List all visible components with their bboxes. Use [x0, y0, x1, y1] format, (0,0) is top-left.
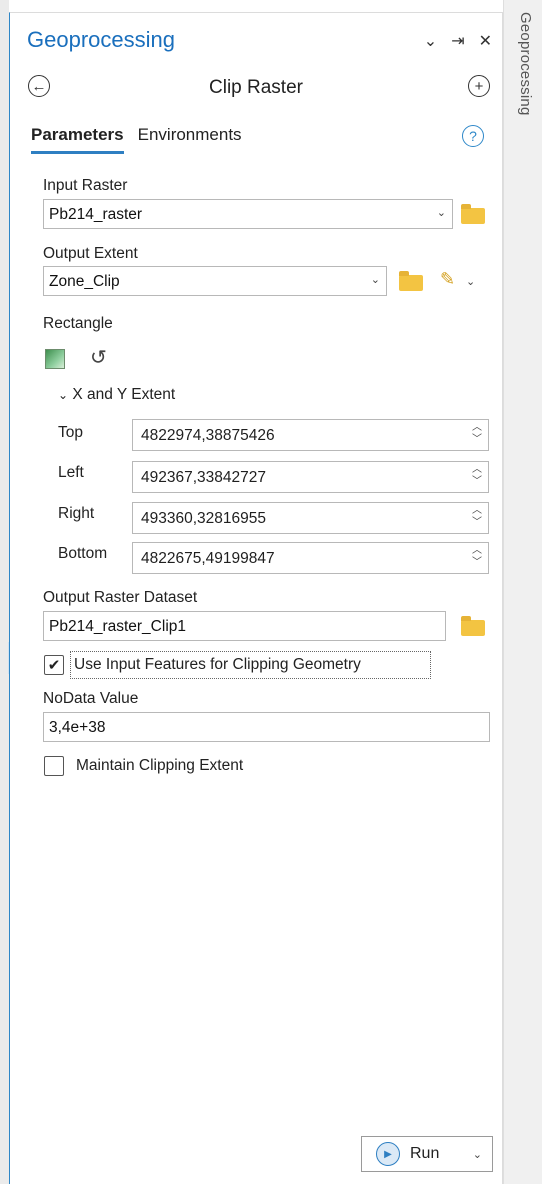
tab-parameters[interactable]: Parameters — [31, 125, 124, 154]
close-icon[interactable]: ✕ — [479, 31, 492, 51]
right-input[interactable]: 493360,32816955 ︿ ﹀ — [132, 502, 489, 534]
output-extent-value: Zone_Clip — [49, 273, 120, 290]
chevron-down-icon[interactable]: ⌄ — [466, 275, 475, 288]
rectangle-label: Rectangle — [43, 315, 113, 332]
pin-icon[interactable]: ⇥ — [451, 31, 464, 51]
use-input-features-checkbox[interactable]: ✔ — [44, 655, 64, 675]
xy-extent-label: X and Y Extent — [72, 386, 176, 403]
maintain-extent-checkbox[interactable] — [44, 756, 64, 776]
right-label: Right — [58, 505, 95, 522]
geoprocessing-pane: Geoprocessing ⌄ ⇥ ✕ ← Clip Raster + Para… — [9, 12, 503, 1184]
nodata-label: NoData Value — [43, 690, 139, 707]
bottom-input[interactable]: 4822675,49199847 ︿ ﹀ — [132, 542, 489, 574]
xy-extent-header[interactable]: ⌄ X and Y Extent — [58, 386, 175, 404]
tool-title: Clip Raster — [209, 77, 303, 98]
browse-folder-icon[interactable] — [461, 616, 485, 636]
pane-controls: ⌄ ⇥ ✕ — [424, 31, 492, 51]
browse-folder-icon[interactable] — [461, 204, 485, 224]
spinner-icon[interactable]: ︿ ﹀ — [472, 545, 482, 569]
spinner-icon[interactable]: ︿ ﹀ — [472, 422, 482, 446]
left-value: 492367,33842727 — [141, 469, 266, 486]
add-icon[interactable]: + — [468, 75, 490, 97]
pencil-icon[interactable]: ✎ — [440, 269, 455, 290]
spinner-icon[interactable]: ︿ ﹀ — [472, 464, 482, 488]
output-raster-value: Pb214_raster_Clip1 — [49, 618, 187, 635]
pane-titlebar: Geoprocessing ⌄ ⇥ ✕ — [10, 13, 502, 69]
top-value: 4822974,38875426 — [141, 427, 275, 444]
nodata-value: 3,4e+38 — [49, 719, 106, 736]
play-icon: ▶ — [376, 1142, 400, 1166]
input-raster-value: Pb214_raster — [49, 206, 143, 223]
maintain-extent-label[interactable]: Maintain Clipping Extent — [76, 757, 243, 775]
browse-folder-icon[interactable] — [399, 271, 423, 291]
left-label: Left — [58, 464, 84, 481]
output-extent-label: Output Extent — [43, 245, 138, 262]
tool-header: ← Clip Raster + — [10, 69, 502, 113]
nodata-input[interactable]: 3,4e+38 — [43, 712, 490, 742]
output-extent-field[interactable]: Zone_Clip ⌄ — [43, 266, 387, 296]
input-raster-field[interactable]: Pb214_raster ⌄ — [43, 199, 453, 229]
bottom-label: Bottom — [58, 545, 108, 562]
input-raster-label: Input Raster — [43, 177, 128, 194]
spinner-icon[interactable]: ︿ ﹀ — [472, 505, 482, 529]
tool-tabs: Parameters Environments — [31, 125, 242, 154]
right-dock-strip: Geoprocessing — [503, 0, 542, 1184]
chevron-down-icon[interactable]: ⌄ — [473, 1148, 482, 1161]
draw-rectangle-icon[interactable] — [45, 349, 65, 369]
bottom-value: 4822675,49199847 — [141, 550, 275, 567]
top-input[interactable]: 4822974,38875426 ︿ ﹀ — [132, 419, 489, 451]
output-raster-label: Output Raster Dataset — [43, 589, 198, 606]
top-label: Top — [58, 424, 83, 441]
chevron-down-icon[interactable]: ⌄ — [371, 273, 380, 286]
output-raster-field[interactable]: Pb214_raster_Clip1 — [43, 611, 446, 641]
chevron-down-icon: ⌄ — [58, 388, 69, 402]
run-label: Run — [410, 1145, 440, 1162]
use-input-features-label[interactable]: Use Input Features for Clipping Geometry — [74, 656, 361, 674]
help-icon[interactable]: ? — [462, 125, 484, 147]
undo-icon[interactable]: ↺ — [90, 345, 107, 370]
left-dock-strip — [0, 0, 9, 1184]
left-input[interactable]: 492367,33842727 ︿ ﹀ — [132, 461, 489, 493]
pane-title: Geoprocessing — [27, 27, 175, 52]
chevron-down-icon[interactable]: ⌄ — [437, 206, 446, 219]
pane-menu-icon[interactable]: ⌄ — [424, 31, 437, 51]
tab-environments[interactable]: Environments — [138, 125, 242, 154]
run-button[interactable]: ▶ Run ⌄ — [361, 1136, 493, 1172]
right-value: 493360,32816955 — [141, 510, 266, 527]
side-tab-geoprocessing[interactable]: Geoprocessing — [517, 12, 534, 116]
